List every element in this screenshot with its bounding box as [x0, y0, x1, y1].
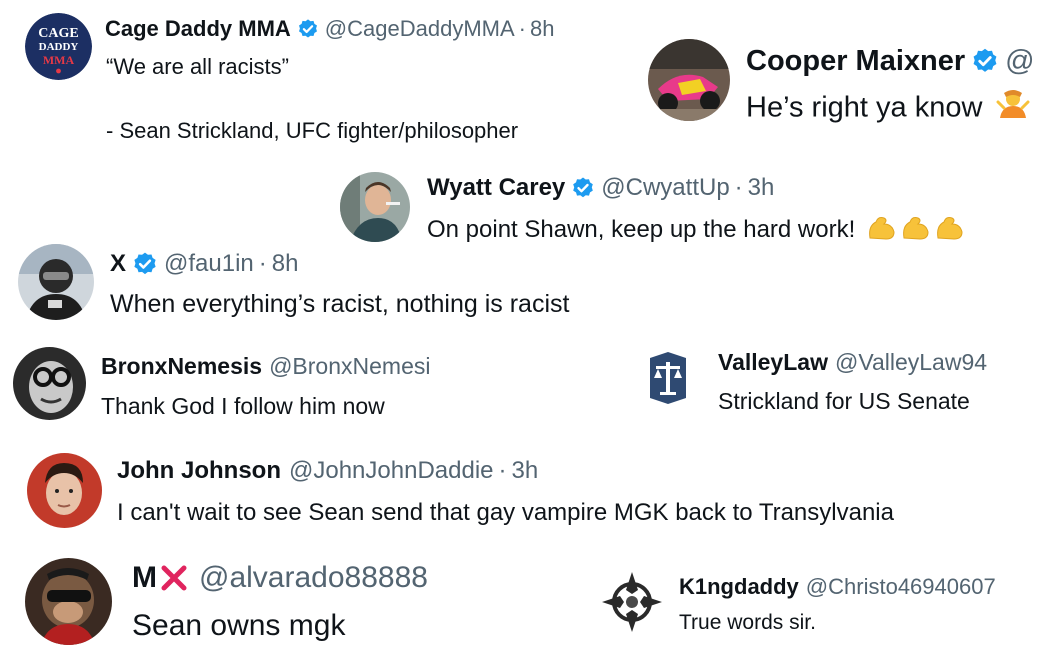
tweet-text: When everything’s racist, nothing is rac…	[110, 290, 570, 318]
separator-dot: ·	[498, 457, 507, 484]
tweet-text: Sean owns mgk	[132, 609, 346, 642]
avatar[interactable]	[18, 244, 94, 320]
handle[interactable]: @BronxNemesi	[269, 353, 430, 380]
monkey-sunglasses-photo-icon	[25, 558, 112, 645]
helmet-rider-photo-icon	[18, 244, 94, 320]
tweet-text: Thank God I follow him now	[101, 393, 385, 419]
handle[interactable]: @	[1005, 45, 1034, 78]
display-name[interactable]: John Johnson	[117, 457, 281, 485]
verified-badge-icon	[971, 47, 999, 75]
tweet-text-line-2: - Sean Strickland, UFC fighter/philosoph…	[106, 118, 519, 143]
tweet-text-content: He’s right ya know	[746, 91, 983, 124]
bronxnemesis-photo-icon	[13, 347, 86, 420]
tweet-text: I can't wait to see Sean send that gay v…	[117, 499, 894, 526]
avatar[interactable]	[646, 352, 690, 404]
tweet-text: On point Shawn, keep up the hard work!	[427, 212, 966, 249]
avatar[interactable]	[600, 570, 664, 634]
logo-text-cage: CAGE	[38, 26, 78, 41]
handle[interactable]: @Christo46940607	[806, 574, 996, 600]
display-name[interactable]: Cage Daddy MMA	[105, 16, 291, 42]
celtic-cross-icon	[602, 572, 662, 632]
avatar[interactable]	[13, 347, 86, 420]
wyatt-profile-photo-icon	[340, 172, 410, 242]
verified-badge-icon	[297, 18, 319, 40]
display-name[interactable]: X	[110, 250, 126, 278]
avatar[interactable]: CAGE DADDY MMA	[25, 13, 92, 80]
red-x-icon	[159, 563, 189, 593]
display-name[interactable]: BronxNemesis	[101, 353, 262, 380]
avatar[interactable]	[27, 453, 102, 528]
flexed-biceps-emoji-icon	[866, 212, 966, 249]
tweet-text: True words sir.	[679, 611, 816, 634]
handle[interactable]: @ValleyLaw94	[835, 349, 987, 376]
handle[interactable]: @fau1in	[164, 250, 254, 278]
verified-badge-icon	[571, 176, 595, 200]
motorcycle-photo-icon	[648, 39, 730, 121]
handle[interactable]: @alvarado88888	[199, 561, 428, 595]
avatar[interactable]	[648, 39, 730, 121]
handle[interactable]: @CwyattUp	[601, 174, 729, 202]
display-name[interactable]: ValleyLaw	[718, 349, 828, 376]
separator-dot: ·	[734, 174, 743, 201]
separator-dot: ·	[258, 250, 267, 277]
handle[interactable]: @JohnJohnDaddie	[289, 457, 494, 485]
display-name[interactable]: M	[132, 561, 157, 595]
display-name[interactable]: Wyatt Carey	[427, 174, 565, 202]
person-shrugging-emoji-icon	[996, 88, 1030, 130]
tweet-text: Strickland for US Senate	[718, 388, 970, 414]
timestamp[interactable]: 3h	[748, 174, 775, 202]
timestamp[interactable]: 3h	[512, 457, 539, 485]
display-name[interactable]: K1ngdaddy	[679, 574, 799, 600]
avatar[interactable]	[25, 558, 112, 645]
tweet-text-line-1: “We are all racists”	[106, 54, 289, 79]
timestamp[interactable]: 8h	[530, 16, 554, 42]
avatar[interactable]	[340, 172, 410, 242]
logo-text-daddy: DADDY	[39, 41, 79, 53]
verified-badge-icon	[132, 251, 158, 277]
tweet-text-content: On point Shawn, keep up the hard work!	[427, 215, 856, 243]
cage-daddy-mma-logo-icon: CAGE DADDY MMA	[25, 13, 92, 80]
logo-text-mma: MMA	[43, 53, 75, 67]
handle[interactable]: @CageDaddyMMA	[325, 16, 515, 42]
separator-dot: ·	[518, 16, 526, 41]
law-scales-logo-icon	[650, 352, 686, 404]
display-name[interactable]: Cooper Maixner	[746, 45, 965, 78]
timestamp[interactable]: 8h	[272, 250, 299, 278]
tweet-text: He’s right ya know	[746, 88, 1030, 130]
john-johnson-photo-icon	[27, 453, 102, 528]
